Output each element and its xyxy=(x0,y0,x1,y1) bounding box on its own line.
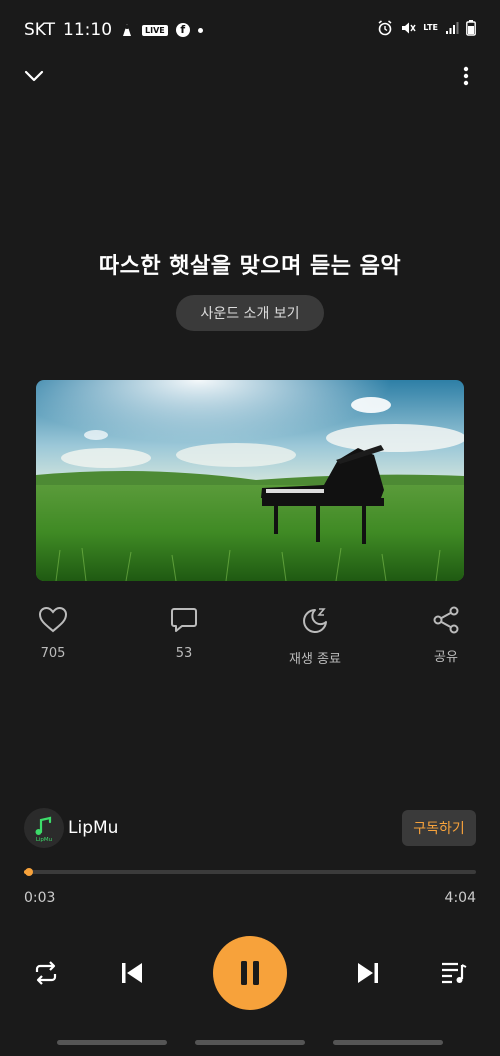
next-button[interactable] xyxy=(350,957,386,989)
like-count: 705 xyxy=(40,646,66,661)
chevron-down-icon xyxy=(24,70,44,82)
more-options-button[interactable] xyxy=(452,62,480,90)
repeat-icon xyxy=(35,961,57,985)
status-bar: SKT 11:10 LIVE f LTE xyxy=(0,0,500,60)
sleep-timer-label: 재생 종료 xyxy=(289,652,341,667)
facebook-icon: f xyxy=(175,23,190,37)
clock-time: 11:10 xyxy=(63,20,113,40)
progress-handle[interactable] xyxy=(25,868,34,876)
sound-intro-button[interactable]: 사운드 소개 보기 xyxy=(176,295,324,331)
pause-button[interactable] xyxy=(213,936,287,1010)
collapse-player-button[interactable] xyxy=(20,62,48,90)
skip-previous-icon xyxy=(122,963,142,983)
comment-action[interactable]: 53 xyxy=(134,606,234,661)
skip-next-icon xyxy=(358,963,378,983)
sleep-timer-icon xyxy=(303,608,327,633)
share-label: 공유 xyxy=(434,650,458,665)
gesture-handle xyxy=(333,1040,443,1045)
status-left: SKT 11:10 LIVE f xyxy=(24,20,203,40)
current-time: 0:03 xyxy=(24,890,56,906)
comment-count: 53 xyxy=(175,646,193,661)
subscribe-button[interactable]: 구독하기 xyxy=(402,810,476,846)
live-badge: LIVE xyxy=(142,24,168,36)
gesture-navigation-bar xyxy=(0,1040,500,1056)
share-action[interactable]: 공유 xyxy=(396,606,496,665)
battery-icon xyxy=(466,20,476,36)
channel-name[interactable]: LipMu xyxy=(68,818,118,838)
status-right: LTE xyxy=(377,20,476,36)
progress-bar[interactable] xyxy=(24,868,476,876)
playlist-icon xyxy=(442,962,467,984)
channel-avatar[interactable]: LipMu xyxy=(24,808,64,848)
total-time: 4:04 xyxy=(444,890,476,906)
gesture-handle xyxy=(57,1040,167,1045)
alarm-icon xyxy=(377,20,393,36)
sleep-timer-action[interactable]: 재생 종료 xyxy=(265,606,365,667)
comment-icon xyxy=(171,608,197,632)
gesture-handle xyxy=(195,1040,305,1045)
playlist-button[interactable] xyxy=(436,957,472,989)
mute-icon xyxy=(400,20,416,36)
repeat-button[interactable] xyxy=(28,957,64,989)
heart-icon xyxy=(38,606,68,633)
share-icon xyxy=(433,606,459,634)
like-action[interactable]: 705 xyxy=(3,606,103,661)
channel-logo-text: LipMu xyxy=(36,837,52,843)
previous-button[interactable] xyxy=(114,957,150,989)
notification-dot xyxy=(197,27,203,33)
signal-icon xyxy=(445,21,459,35)
network-label: LTE xyxy=(423,23,438,32)
album-artwork xyxy=(36,380,464,581)
channel-logo: LipMu xyxy=(35,816,52,843)
app-notification-icon xyxy=(120,22,134,38)
track-title: 따스한 햇살을 맞으며 듣는 음악 xyxy=(98,254,402,279)
carrier-label: SKT xyxy=(24,20,56,40)
pause-icon xyxy=(241,961,259,985)
more-vertical-icon xyxy=(463,66,469,86)
